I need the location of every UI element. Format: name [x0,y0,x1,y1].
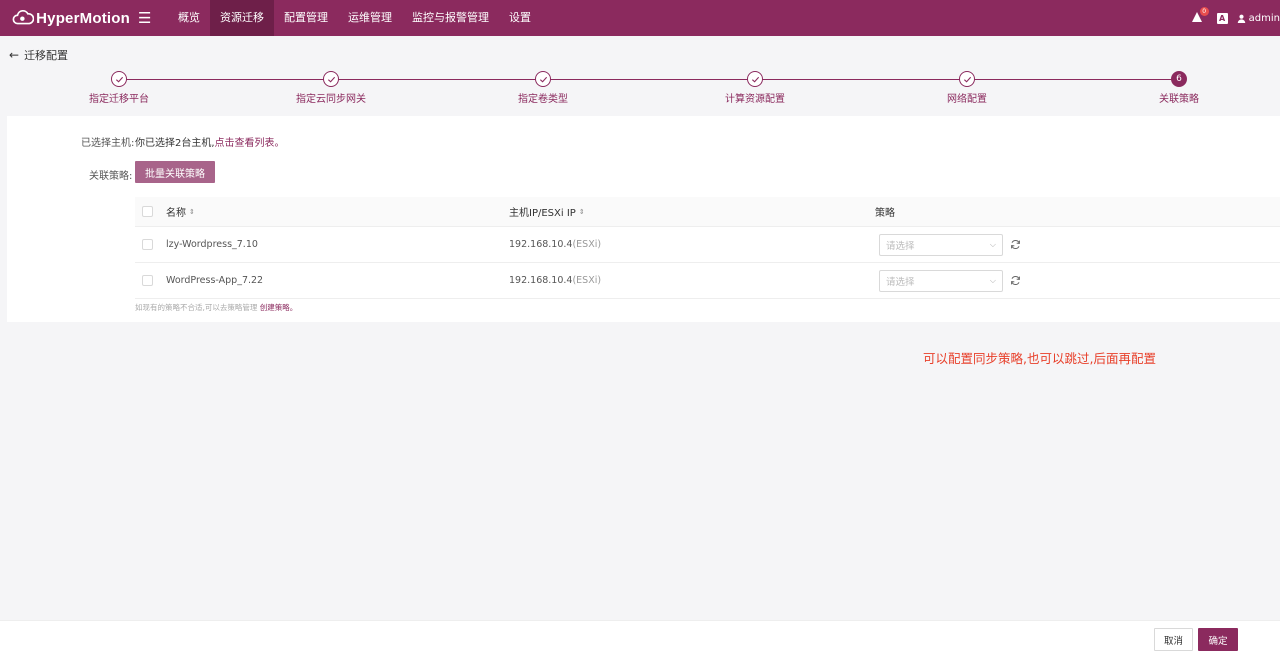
nav-item[interactable]: 概览 [168,0,210,36]
host-ip-type: (ESXi) [572,275,602,286]
host-name: WordPress-App_7.22 [166,275,264,286]
table-row: lzy-Wordpress_7.10 192.168.10.4 (ESXi) 请选择 ⌵ [135,227,1280,263]
select-all-checkbox[interactable] [142,206,153,217]
step-label: 指定迁移平台 [89,94,149,105]
check-icon [959,71,975,87]
step-number: 6 [1171,71,1187,87]
table-header: 名称 ⇕ 主机IP/ESXi IP ⇕ 策略 [135,197,1280,227]
top-nav-bar: HyperMotion ☰ 概览 资源迁移 配置管理 运维管理 监控与报警管理 设置 0 … [0,0,1280,36]
header-name[interactable]: 名称 [166,204,186,219]
step-label: 关联策略 [1159,94,1199,105]
sort-icon[interactable]: ⇕ [189,208,195,216]
selected-hosts-text: 你已选择2台主机,点击查看列表。 [135,134,285,149]
table-row: WordPress-App_7.22 192.168.10.4 (ESXi) 请选择 ⌵ [135,263,1280,299]
config-card: 已选择主机: 你已选择2台主机,点击查看列表。 关联策略: 批量关联策略 名称 … [7,116,1280,322]
nav-item[interactable]: 运维管理 [338,0,402,36]
sort-icon[interactable]: ⇕ [579,208,585,216]
wizard-step: 计算资源配置 [695,71,815,105]
language-icon[interactable]: A [1216,12,1228,24]
check-icon [535,71,551,87]
header-ip[interactable]: 主机IP/ESXi IP [509,204,576,219]
brand-logo[interactable]: HyperMotion [12,7,130,29]
header-policy: 策略 [875,208,895,219]
nav-item[interactable]: 监控与报警管理 [402,0,499,36]
annotation-note: 可以配置同步策略,也可以跳过,后面再配置 [923,351,1156,366]
check-icon [747,71,763,87]
wizard-step: 指定云同步网关 [271,71,391,105]
cloud-logo-icon [12,9,35,25]
policy-select[interactable]: 请选择 ⌵ [879,269,1003,292]
policy-select[interactable]: 请选择 ⌵ [879,233,1003,256]
create-policy-link[interactable]: 创建策略。 [260,303,298,312]
step-label: 计算资源配置 [725,94,785,105]
hamburger-icon[interactable]: ☰ [138,10,154,26]
host-ip-type: (ESXi) [572,239,602,250]
host-ip: 192.168.10.4 [509,239,573,250]
hosts-table: 名称 ⇕ 主机IP/ESXi IP ⇕ 策略 lzy-Wordpress_7.1… [135,197,1280,299]
step-label: 指定云同步网关 [296,94,366,105]
wizard-step: 6 关联策略 [1119,71,1239,105]
step-label: 网络配置 [947,94,987,105]
refresh-icon[interactable] [1010,239,1021,250]
host-name: lzy-Wordpress_7.10 [166,239,258,250]
brand-name: HyperMotion [36,9,130,27]
wizard-step: 指定迁移平台 [59,71,179,105]
username: admin [1248,12,1280,24]
row-checkbox[interactable] [142,239,153,250]
cancel-button[interactable]: 取消 [1154,628,1193,651]
selected-hosts-count-text: 你已选择2台主机, [135,138,215,149]
policy-select-placeholder: 请选择 [886,240,915,252]
step-label: 指定卷类型 [518,94,568,105]
policy-select-placeholder: 请选择 [886,276,915,288]
back-arrow-icon[interactable]: ← [9,48,19,62]
host-ip: 192.168.10.4 [509,275,573,286]
footer-bar: 取消 确定 [0,620,1280,653]
refresh-icon[interactable] [1010,275,1021,286]
page-title: 迁移配置 [24,49,69,62]
page-header: ← 迁移配置 [9,47,68,63]
view-list-link[interactable]: 点击查看列表。 [215,138,285,149]
batch-associate-policy-button[interactable]: 批量关联策略 [135,161,215,183]
wizard-step: 指定卷类型 [483,71,603,105]
check-icon [111,71,127,87]
policy-label: 关联策略: [89,171,133,182]
user-menu[interactable]: admin [1237,13,1280,24]
wizard-steps: 指定迁移平台 指定云同步网关 指定卷类型 计算资源配置 网络配置 6 关联策略 [0,68,1280,108]
notification-badge: 0 [1199,7,1209,16]
hint-text: 如现有的策略不合适,可以去策略管理 [135,303,258,312]
check-icon [323,71,339,87]
confirm-button[interactable]: 确定 [1198,628,1238,651]
nav-item[interactable]: 设置 [499,0,541,36]
notification-bell[interactable]: 0 [1191,7,1209,25]
selected-hosts-label: 已选择主机: [81,138,135,149]
chevron-down-icon: ⌵ [989,275,996,285]
nav-item[interactable]: 资源迁移 [210,0,274,36]
user-icon [1237,14,1245,23]
wizard-step: 网络配置 [907,71,1027,105]
row-checkbox[interactable] [142,275,153,286]
policy-hint: 如现有的策略不合适,可以去策略管理 创建策略。 [135,302,297,313]
chevron-down-icon: ⌵ [989,239,996,249]
nav-item[interactable]: 配置管理 [274,0,338,36]
